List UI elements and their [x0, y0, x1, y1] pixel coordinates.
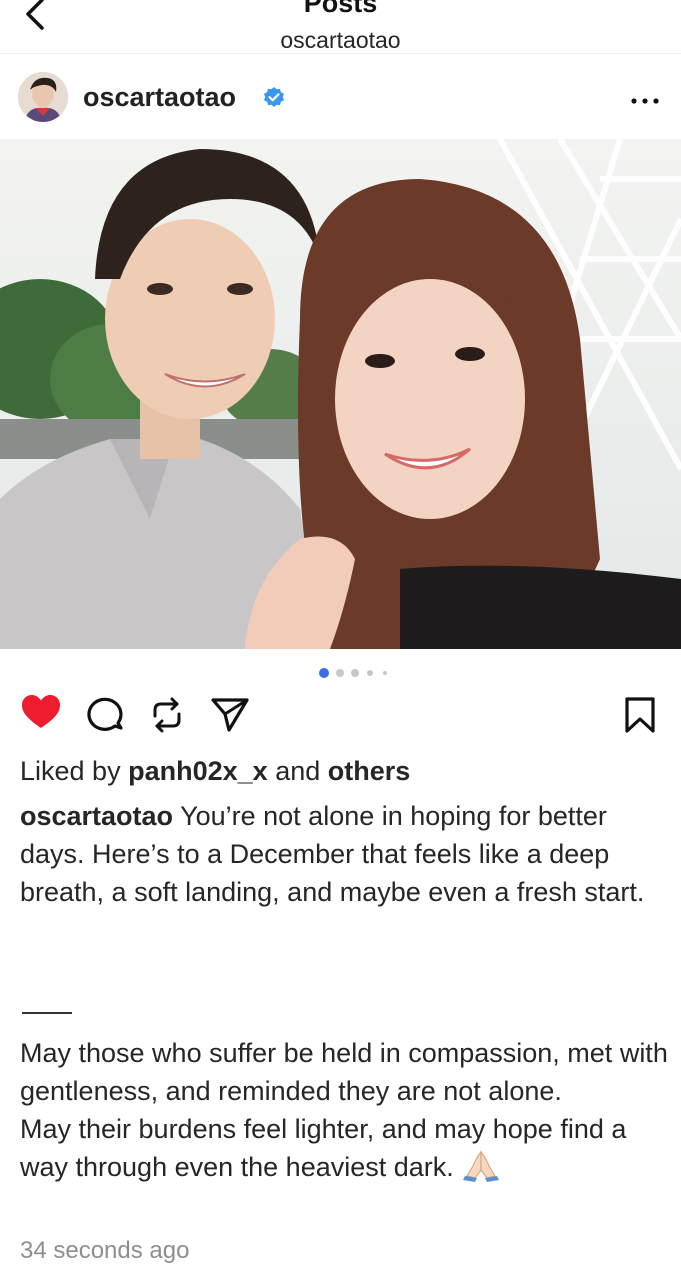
more-options-button[interactable] — [631, 86, 659, 106]
post-caption: oscartaotao You’re not alone in hoping f… — [20, 797, 660, 911]
avatar-image — [18, 72, 68, 122]
heart-filled-icon — [22, 695, 60, 728]
carousel-dot-active — [319, 668, 329, 678]
likes-and: and — [275, 756, 321, 786]
post-image[interactable] — [0, 139, 681, 649]
likes-summary[interactable]: Liked by panh02x_x and others — [20, 756, 410, 787]
avatar[interactable] — [18, 72, 68, 122]
caption-line-2: May their burdens feel lighter, and may … — [20, 1114, 627, 1182]
post-username[interactable]: oscartaotao — [83, 82, 236, 113]
caption-divider: —— — [22, 1012, 72, 1014]
send-icon — [211, 698, 249, 732]
page-subtitle[interactable]: oscartaotao — [0, 27, 681, 54]
carousel-dot — [383, 671, 387, 675]
likes-user-link[interactable]: panh02x_x — [128, 756, 268, 786]
comment-icon — [87, 697, 123, 731]
likes-prefix: Liked by — [20, 756, 121, 786]
bookmark-icon — [625, 697, 655, 733]
likes-others-link[interactable]: others — [328, 756, 411, 786]
save-button[interactable] — [620, 690, 664, 742]
couple-selfie-image — [0, 139, 681, 649]
share-button[interactable] — [208, 690, 252, 742]
caption-paragraph-2: May those who suffer be held in compassi… — [20, 1034, 670, 1186]
like-button[interactable] — [20, 690, 64, 742]
carousel-dot — [351, 669, 359, 677]
carousel-dot — [336, 669, 344, 677]
post-timestamp: 34 seconds ago — [20, 1237, 190, 1264]
post-action-bar — [0, 690, 681, 742]
comment-button[interactable] — [86, 690, 130, 742]
more-horizontal-icon — [631, 98, 659, 104]
post-header: oscartaotao — [0, 60, 681, 136]
repost-icon — [153, 697, 181, 733]
folded-hands-emoji — [461, 1148, 501, 1182]
top-navigation-bar: Posts oscartaotao — [0, 0, 681, 54]
caption-username[interactable]: oscartaotao — [20, 801, 173, 831]
caption-line-1: May those who suffer be held in compassi… — [20, 1038, 668, 1106]
carousel-dot — [367, 670, 373, 676]
repost-button[interactable] — [147, 690, 191, 742]
nav-divider — [0, 53, 681, 54]
verified-badge-icon — [262, 86, 286, 110]
page-title: Posts — [303, 0, 378, 18]
carousel-indicator — [319, 668, 399, 678]
